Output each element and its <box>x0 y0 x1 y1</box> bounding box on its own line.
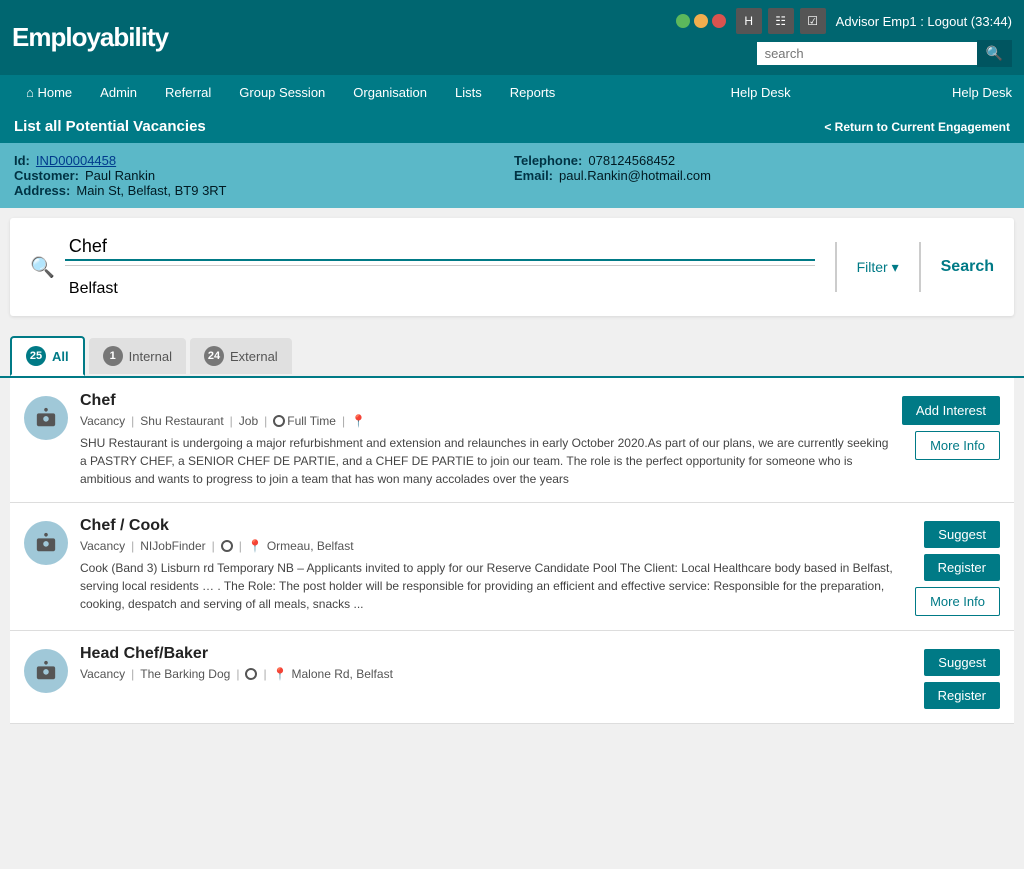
help-desk-link[interactable]: Help Desk <box>952 85 1012 100</box>
vacancy-content-1: Chef Vacancy | Shu Restaurant | Job | Fu… <box>80 392 890 488</box>
vacancy-desc-1: SHU Restaurant is undergoing a major ref… <box>80 434 890 488</box>
filter-button[interactable]: Filter ▾ <box>857 259 899 276</box>
tab-external-badge: 24 <box>204 346 224 366</box>
address-label: Address: <box>14 183 70 198</box>
search-button[interactable]: Search <box>941 258 994 276</box>
vacancy-item-3: Head Chef/Baker Vacancy | The Barking Do… <box>10 631 1014 724</box>
home-icon: ⌂ <box>26 85 34 100</box>
clock-icon-1 <box>273 415 285 427</box>
vacancy-desc-2: Cook (Band 3) Lisburn rd Temporary NB – … <box>80 559 903 613</box>
tabs-bar: 25 All 1 Internal 24 External <box>0 326 1024 378</box>
nav-referral[interactable]: Referral <box>151 75 225 110</box>
suggest-button-3[interactable]: Suggest <box>924 649 1000 676</box>
vacancy-title-3: Head Chef/Baker <box>80 645 912 663</box>
header-search-button[interactable]: 🔍 <box>977 40 1012 67</box>
app-logo: Employability <box>12 22 168 53</box>
advisor-text: Advisor Emp1 : Logout (33:44) <box>836 14 1012 29</box>
doc-button[interactable]: ☷ <box>768 8 794 34</box>
register-button-3[interactable]: Register <box>924 682 1000 709</box>
header-search-bar: 🔍 <box>757 40 1012 67</box>
id-label: Id: <box>14 153 30 168</box>
vacancy-content-3: Head Chef/Baker Vacancy | The Barking Do… <box>80 645 912 687</box>
customer-label: Customer: <box>14 168 79 183</box>
tab-all-badge: 25 <box>26 346 46 366</box>
nav-organisation[interactable]: Organisation <box>339 75 441 110</box>
page-title-bar: List all Potential Vacancies < Return to… <box>0 110 1024 143</box>
job-search-input[interactable] <box>65 234 815 261</box>
vacancy-title-2: Chef / Cook <box>80 517 903 535</box>
tab-all[interactable]: 25 All <box>10 336 85 376</box>
page-title: List all Potential Vacancies <box>14 118 206 135</box>
traffic-lights <box>676 14 726 28</box>
vacancy-content-2: Chef / Cook Vacancy | NIJobFinder | | 📍 … <box>80 517 903 613</box>
vacancy-actions-3: Suggest Register <box>924 649 1000 709</box>
customer-email: paul.Rankin@hotmail.com <box>559 168 711 183</box>
email-label: Email: <box>514 168 553 183</box>
suggest-button-2[interactable]: Suggest <box>924 521 1000 548</box>
vacancy-meta-1: Vacancy | Shu Restaurant | Job | Full Ti… <box>80 414 890 428</box>
vacancy-title-1: Chef <box>80 392 890 410</box>
return-link[interactable]: < Return to Current Engagement <box>824 120 1010 134</box>
nav-admin[interactable]: Admin <box>86 75 151 110</box>
tab-external[interactable]: 24 External <box>190 338 292 374</box>
tab-all-label: All <box>52 349 69 364</box>
clock-icon-2 <box>221 540 233 552</box>
nav-group-session[interactable]: Group Session <box>225 75 339 110</box>
location-pin-1: 📍 <box>351 414 366 428</box>
tab-internal-label: Internal <box>129 349 172 364</box>
tab-internal-badge: 1 <box>103 346 123 366</box>
customer-name: Paul Rankin <box>85 168 155 183</box>
vacancy-meta-2: Vacancy | NIJobFinder | | 📍 Ormeau, Belf… <box>80 539 903 553</box>
header-search-input[interactable] <box>757 42 977 65</box>
telephone-label: Telephone: <box>514 153 582 168</box>
add-interest-button-1[interactable]: Add Interest <box>902 396 1000 425</box>
vacancy-meta-3: Vacancy | The Barking Dog | | 📍 Malone R… <box>80 667 912 681</box>
register-button-2[interactable]: Register <box>924 554 1000 581</box>
vacancy-icon-1 <box>24 396 68 440</box>
customer-info: Id: IND00004458 Customer: Paul Rankin Ad… <box>0 143 1024 208</box>
nav-reports[interactable]: Reports <box>496 75 570 110</box>
nav-home[interactable]: ⌂ Home <box>12 75 86 110</box>
vacancy-actions-1: Add Interest More Info <box>902 396 1000 460</box>
check-button[interactable]: ☑ <box>800 8 826 34</box>
main-nav: ⌂ Home Admin Referral Group Session Orga… <box>0 75 1024 110</box>
h-button[interactable]: H <box>736 8 762 34</box>
vacancy-item-2: Chef / Cook Vacancy | NIJobFinder | | 📍 … <box>10 503 1014 631</box>
nav-help[interactable]: Help Desk <box>717 75 805 110</box>
more-info-button-2[interactable]: More Info <box>915 587 1000 616</box>
clock-icon-3 <box>245 668 257 680</box>
vacancy-icon-3 <box>24 649 68 693</box>
location-pin-2: 📍 <box>248 539 263 553</box>
search-panel: 🔍 Filter ▾ Search <box>10 218 1014 316</box>
search-icon: 🔍 <box>30 255 55 280</box>
more-info-button-1[interactable]: More Info <box>915 431 1000 460</box>
location-search-input[interactable] <box>65 278 815 300</box>
tab-internal[interactable]: 1 Internal <box>89 338 186 374</box>
location-pin-3: 📍 <box>273 667 288 681</box>
vacancy-item-1: Chef Vacancy | Shu Restaurant | Job | Fu… <box>10 378 1014 503</box>
tab-external-label: External <box>230 349 278 364</box>
vacancy-list: Chef Vacancy | Shu Restaurant | Job | Fu… <box>10 378 1014 724</box>
customer-telephone: 078124568452 <box>588 153 675 168</box>
customer-address: Main St, Belfast, BT9 3RT <box>76 183 226 198</box>
customer-id-link[interactable]: IND00004458 <box>36 153 116 168</box>
nav-lists[interactable]: Lists <box>441 75 496 110</box>
vacancy-actions-2: Suggest Register More Info <box>915 521 1000 616</box>
vacancy-icon-2 <box>24 521 68 565</box>
